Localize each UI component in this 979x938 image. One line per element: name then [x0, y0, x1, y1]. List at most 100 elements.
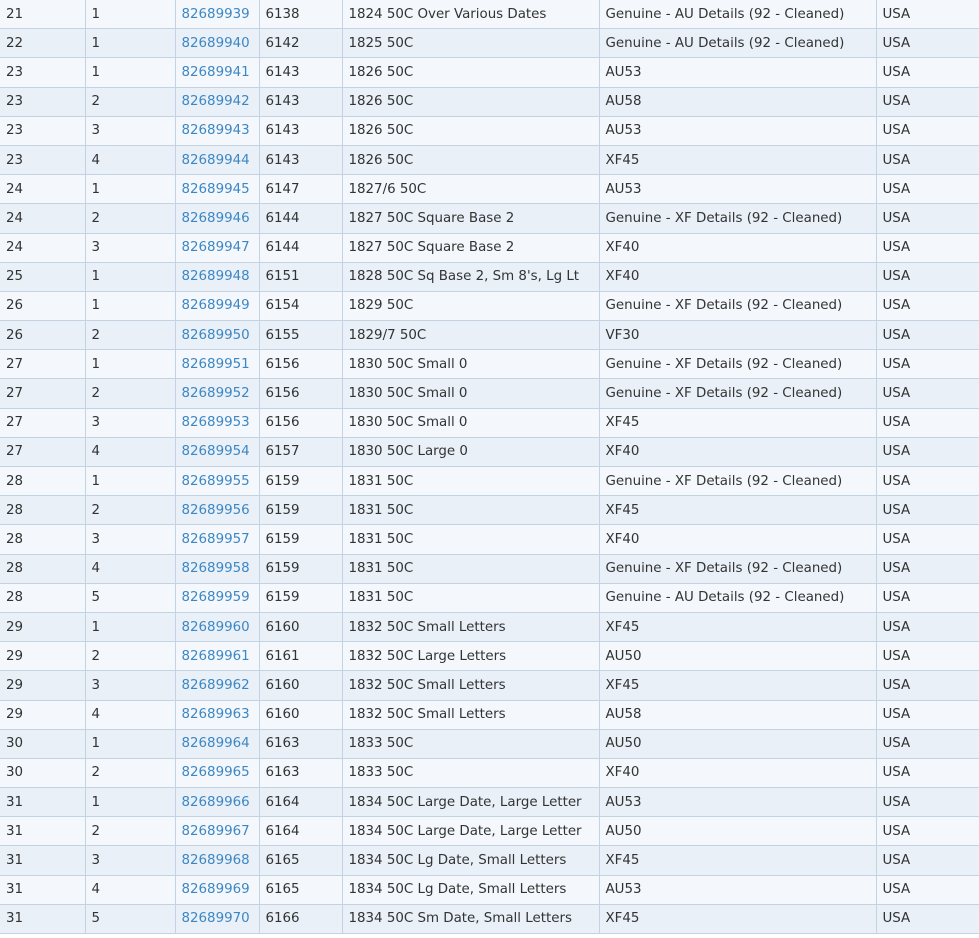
lot-number-cell: 28 [0, 554, 86, 584]
cert-number-link[interactable]: 82689957 [182, 532, 250, 547]
cert-number-cell: 82689941 [175, 57, 260, 88]
cert-number-link[interactable]: 82689952 [182, 386, 250, 401]
cert-number-link[interactable]: 82689946 [182, 211, 250, 226]
table-row: 21 1 82689939 6138 1824 50C Over Various Dat… [0, 0, 979, 30]
line-number-cell: 1 [85, 0, 176, 30]
coin-description-cell: 1834 50C Lg Date, Small Letters [342, 875, 600, 905]
cert-number-cell: 82689951 [175, 349, 260, 380]
grade-cell: Genuine - XF Details (92 - Cleaned) [599, 378, 877, 409]
cert-number-link[interactable]: 82689939 [182, 7, 250, 22]
line-number-cell: 1 [85, 729, 176, 759]
cert-number-link[interactable]: 82689959 [182, 590, 250, 605]
country-cell: USA [876, 583, 979, 613]
line-number-cell: 1 [85, 466, 176, 497]
cert-number-link[interactable]: 82689967 [182, 824, 250, 839]
cert-number-link[interactable]: 82689964 [182, 736, 250, 751]
line-number-cell: 5 [85, 904, 176, 935]
cert-number-link[interactable]: 82689940 [182, 36, 250, 51]
cert-number-link[interactable]: 82689949 [182, 298, 250, 313]
lot-number-cell: 24 [0, 233, 86, 263]
table-row: 24 3 82689947 6144 1827 50C Square Base 2 XF4… [0, 233, 979, 263]
cert-number-cell: 82689964 [175, 729, 260, 759]
pcgs-number-cell: 6161 [259, 641, 343, 672]
cert-number-link[interactable]: 82689966 [182, 795, 250, 810]
country-cell: USA [876, 875, 979, 905]
cert-number-link[interactable]: 82689947 [182, 240, 250, 255]
coin-description-cell: 1827/6 50C [342, 174, 600, 205]
country-cell: USA [876, 57, 979, 88]
pcgs-number-cell: 6144 [259, 203, 343, 234]
table-row: 28 4 82689958 6159 1831 50C Genuine - XF Deta… [0, 554, 979, 584]
cert-number-link[interactable]: 82689943 [182, 123, 250, 138]
cert-number-link[interactable]: 82689955 [182, 474, 250, 489]
table-row: 28 2 82689956 6159 1831 50C XF45 USA [0, 495, 979, 526]
coin-description-cell: 1826 50C [342, 116, 600, 146]
country-cell: USA [876, 612, 979, 643]
country-cell: USA [876, 320, 979, 351]
pcgs-number-cell: 6147 [259, 174, 343, 205]
lot-number-cell: 26 [0, 320, 86, 351]
lot-number-cell: 28 [0, 524, 86, 555]
cert-number-cell: 82689960 [175, 612, 260, 643]
cert-number-link[interactable]: 82689948 [182, 269, 250, 284]
cert-number-link[interactable]: 82689960 [182, 620, 250, 635]
lot-number-cell: 25 [0, 262, 86, 292]
country-cell: USA [876, 700, 979, 730]
grade-cell: XF40 [599, 437, 877, 468]
country-cell: USA [876, 495, 979, 526]
line-number-cell: 2 [85, 641, 176, 672]
line-number-cell: 2 [85, 816, 176, 847]
table-row: 24 2 82689946 6144 1827 50C Square Base 2 Gen… [0, 203, 979, 234]
cert-number-link[interactable]: 82689944 [182, 153, 250, 168]
cert-number-cell: 82689939 [175, 0, 260, 30]
cert-number-link[interactable]: 82689950 [182, 328, 250, 343]
line-number-cell: 2 [85, 203, 176, 234]
coin-description-cell: 1831 50C [342, 495, 600, 526]
pcgs-number-cell: 6163 [259, 758, 343, 789]
cert-number-link[interactable]: 82689961 [182, 649, 250, 664]
cert-number-link[interactable]: 82689941 [182, 65, 250, 80]
cert-number-link[interactable]: 82689951 [182, 357, 250, 372]
pcgs-number-cell: 6160 [259, 670, 343, 701]
pcgs-number-cell: 6142 [259, 28, 343, 59]
lot-number-cell: 27 [0, 349, 86, 380]
cert-number-link[interactable]: 82689963 [182, 707, 250, 722]
cert-number-link[interactable]: 82689970 [182, 911, 250, 926]
grade-cell: Genuine - AU Details (92 - Cleaned) [599, 28, 877, 59]
grade-cell: AU58 [599, 87, 877, 117]
cert-number-link[interactable]: 82689969 [182, 882, 250, 897]
table-row: 25 1 82689948 6151 1828 50C Sq Base 2, Sm 8'… [0, 262, 979, 292]
cert-number-link[interactable]: 82689954 [182, 444, 250, 459]
pcgs-number-cell: 6154 [259, 291, 343, 322]
lot-number-cell: 21 [0, 0, 86, 30]
pcgs-number-cell: 6165 [259, 845, 343, 876]
coin-description-cell: 1831 50C [342, 524, 600, 555]
cert-number-link[interactable]: 82689956 [182, 503, 250, 518]
cert-number-cell: 82689952 [175, 378, 260, 409]
cert-number-link[interactable]: 82689945 [182, 182, 250, 197]
table-row: 27 1 82689951 6156 1830 50C Small 0 Genuine -… [0, 349, 979, 380]
cert-number-cell: 82689956 [175, 495, 260, 526]
coin-description-cell: 1834 50C Large Date, Large Letter [342, 816, 600, 847]
lot-number-cell: 23 [0, 145, 86, 176]
country-cell: USA [876, 758, 979, 789]
pcgs-number-cell: 6156 [259, 349, 343, 380]
country-cell: USA [876, 0, 979, 30]
pcgs-number-cell: 6156 [259, 378, 343, 409]
cert-number-link[interactable]: 82689958 [182, 561, 250, 576]
cert-number-link[interactable]: 82689965 [182, 765, 250, 780]
grade-cell: AU53 [599, 57, 877, 88]
cert-number-cell: 82689950 [175, 320, 260, 351]
cert-number-link[interactable]: 82689968 [182, 853, 250, 868]
cert-number-link[interactable]: 82689953 [182, 415, 250, 430]
coin-description-cell: 1832 50C Small Letters [342, 700, 600, 730]
cert-number-link[interactable]: 82689942 [182, 94, 250, 109]
cert-number-link[interactable]: 82689962 [182, 678, 250, 693]
grade-cell: AU53 [599, 875, 877, 905]
country-cell: USA [876, 87, 979, 117]
cert-number-cell: 82689940 [175, 28, 260, 59]
line-number-cell: 1 [85, 612, 176, 643]
pcgs-number-cell: 6155 [259, 320, 343, 351]
country-cell: USA [876, 437, 979, 468]
lot-number-cell: 31 [0, 845, 86, 876]
